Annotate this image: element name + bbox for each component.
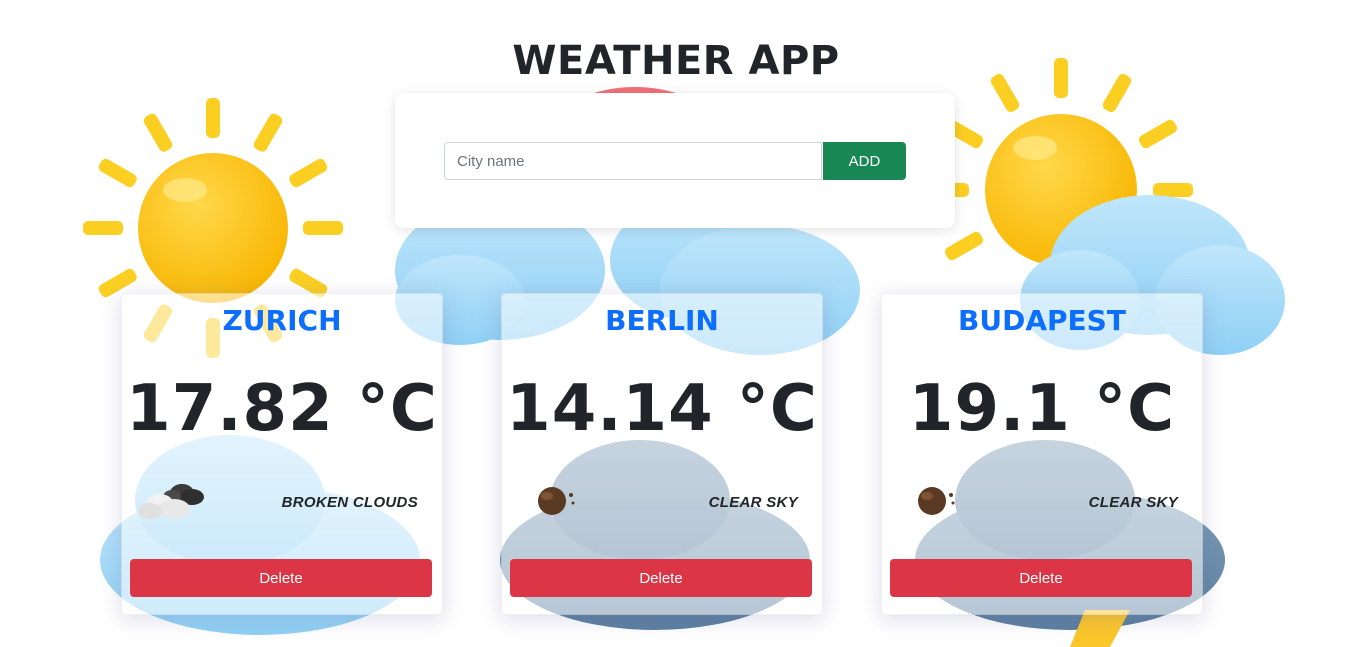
clear-sky-night-icon [918, 487, 955, 515]
city-name-input[interactable] [444, 142, 822, 180]
delete-button[interactable]: Delete [130, 559, 432, 597]
weather-description: CLEAR SKY [1088, 494, 1178, 511]
weather-description: BROKEN CLOUDS [281, 494, 418, 511]
city-name: BERLIN [605, 304, 719, 337]
clear-sky-night-icon [538, 487, 575, 515]
city-card-zurich: ZURICH 17.82 °C BROKEN CLOUDS Delete [121, 293, 443, 615]
page-title: WEATHER APP [512, 38, 840, 84]
city-name: BUDAPEST [958, 304, 1126, 337]
city-name: ZURICH [222, 304, 342, 337]
broken-clouds-icon [138, 484, 204, 519]
delete-button[interactable]: Delete [510, 559, 812, 597]
city-card-budapest: BUDAPEST 19.1 °C CLEAR SKY Delete [881, 293, 1203, 615]
weather-description: CLEAR SKY [708, 494, 798, 511]
temperature: 19.1 °C [908, 372, 1176, 446]
add-button[interactable]: ADD [823, 142, 906, 180]
city-card-berlin: BERLIN 14.14 °C CLEAR SKY Delete [501, 293, 823, 615]
search-card: ADD [395, 93, 955, 228]
temperature: 17.82 °C [126, 372, 438, 446]
delete-button[interactable]: Delete [890, 559, 1192, 597]
temperature: 14.14 °C [506, 372, 818, 446]
